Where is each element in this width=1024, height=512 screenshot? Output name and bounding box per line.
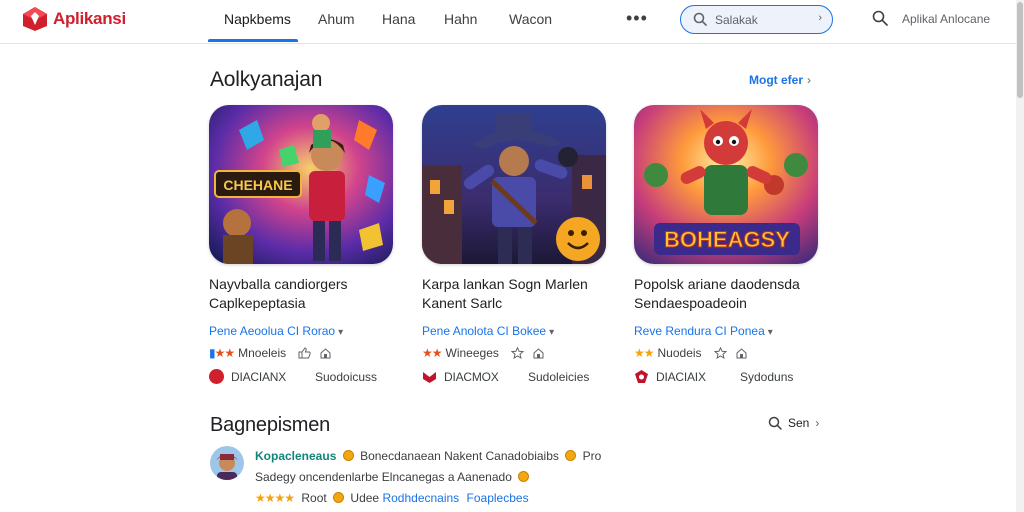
app-title[interactable]: Popolsk ariane daodensda Sendaespoadeoin — [634, 275, 834, 313]
section-title: Aolkyanajan — [210, 68, 323, 91]
tab-hahn[interactable]: Hahn — [444, 11, 477, 27]
star-outline-icon[interactable] — [713, 347, 727, 359]
tab-ahum[interactable]: Ahum — [318, 11, 355, 27]
avatar-image — [210, 446, 244, 480]
app-rating: ★★ Wineeges — [422, 346, 545, 360]
app-card[interactable]: BOHEAGSY Popolsk ariane daodensda Sendae… — [634, 105, 834, 384]
review-link[interactable]: Foaplecbes — [467, 491, 529, 505]
review-text: Sadegy oncendenlarbe Elncanegas a Aanena… — [255, 470, 512, 484]
rating-text: Nuodeis — [657, 346, 702, 360]
search-icon — [768, 416, 782, 430]
scrollbar-thumb[interactable] — [1017, 2, 1023, 98]
scrollbar[interactable] — [1016, 0, 1024, 512]
section-search-link[interactable]: Sen › — [768, 416, 819, 430]
app-meta[interactable]: Reve Rendura CI Ponea ▾ — [634, 324, 773, 338]
app-thumbnail[interactable]: CHEHANE — [209, 105, 393, 264]
emoji-icon — [518, 471, 530, 482]
more-menu-button[interactable]: ••• — [626, 8, 648, 29]
app-rating: ★★ Nuodeis — [634, 346, 748, 360]
search-input[interactable] — [715, 11, 805, 28]
tab-napkbems[interactable]: Napkbems — [224, 11, 291, 27]
review-link[interactable]: Rodhdecnains — [382, 491, 459, 505]
rating-stars: ▮★★ — [209, 346, 235, 360]
publisher-badge-icon — [209, 369, 224, 384]
avatar[interactable] — [210, 446, 244, 480]
app-meta-text: Pene Aeoolua CI Rorao — [209, 324, 336, 338]
app-title-line: Popolsk ariane daodensda — [634, 276, 800, 292]
app-subtitle-line: Sendaespoadeoin — [634, 295, 747, 311]
rating-word: Root — [301, 491, 327, 505]
app-logo[interactable]: Aplikansi — [22, 6, 126, 32]
chevron-down-icon: ▾ — [338, 327, 344, 338]
app-category: Suodoicuss — [315, 370, 378, 384]
search-icon[interactable] — [872, 10, 888, 26]
publisher-code: DIACIANX — [231, 370, 287, 384]
see-more-link[interactable]: Mogt efer › — [749, 73, 811, 87]
publisher-badge-icon — [423, 372, 436, 383]
chevron-down-icon: ▾ — [549, 327, 555, 338]
coin-icon — [342, 450, 354, 461]
see-more-label: Mogt efer — [749, 73, 803, 87]
app-meta[interactable]: Pene Anolota CI Bokee ▾ — [422, 324, 554, 338]
rating-stars: ★★★★ — [255, 491, 295, 505]
app-subtitle-line: Kanent Sarlc — [422, 295, 503, 311]
app-name: Aplikansi — [53, 9, 126, 28]
active-tab-indicator — [208, 39, 298, 42]
app-thumbnail[interactable]: BOHEAGSY — [634, 105, 818, 264]
review-footer: ★★★★ Root Udee Rodhdecnains Foaplecbes — [255, 491, 529, 505]
game-logo-text: BOHEAGSY — [664, 227, 790, 252]
reviewer-name[interactable]: Kopacleneaus — [255, 449, 336, 463]
review-meta: Bonecdanaean Nakent Canadobiaibs — [360, 449, 559, 463]
app-title-line: Nayvballa candiorgers — [209, 276, 348, 292]
rating-stars: ★★ — [422, 346, 442, 360]
star-outline-icon[interactable] — [510, 347, 524, 359]
app-thumbnail[interactable] — [422, 105, 606, 264]
chevron-down-icon: ▾ — [767, 327, 773, 338]
section-title: Bagnepismen — [210, 414, 331, 436]
section-search-label: Sen — [788, 416, 810, 430]
app-card[interactable]: CHEHANE Nayvballa candiorgers Caplkepept… — [209, 105, 409, 384]
top-bar: Aplikansi Napkbems Ahum Hana Hahn Wacon … — [0, 0, 1024, 44]
app-subtitle-line: Caplkepeptasia — [209, 295, 306, 311]
app-meta[interactable]: Pene Aeoolua CI Rorao ▾ — [209, 324, 343, 338]
app-title-line: Karpa lankan Sogn Marlen — [422, 276, 588, 292]
game-art-image: BOHEAGSY — [634, 105, 818, 264]
publisher-badge-icon — [635, 370, 648, 383]
app-title[interactable]: Karpa lankan Sogn Marlen Kanent Sarlc — [422, 275, 622, 313]
rating-text: Mnoeleis — [238, 346, 287, 360]
app-meta-text: Pene Anolota CI Bokee — [422, 324, 547, 338]
review-header: Kopacleneaus Bonecdanaean Nakent Canadob… — [255, 449, 601, 463]
share-icon[interactable] — [319, 347, 332, 359]
publisher-code: DIACMOX — [444, 370, 499, 384]
thumbs-up-icon[interactable] — [298, 347, 311, 359]
publisher-code: DIACIAIX — [656, 370, 706, 384]
game-logo-text: CHEHANE — [223, 177, 292, 193]
search-bar[interactable]: › — [680, 5, 833, 34]
app-category: Sudoleicies — [528, 370, 590, 384]
app-category: Sydoduns — [740, 370, 794, 384]
chevron-right-icon: › — [815, 416, 820, 430]
share-icon[interactable] — [532, 347, 545, 359]
review-body: Sadegy oncendenlarbe Elncanegas a Aanena… — [255, 470, 532, 484]
rating-text: Wineeges — [445, 346, 499, 360]
rating-stars: ★★ — [634, 346, 654, 360]
account-link[interactable]: Aplikal Anlocane — [902, 12, 990, 26]
app-card[interactable]: Karpa lankan Sogn Marlen Kanent Sarlc Pe… — [422, 105, 622, 384]
app-meta-text: Reve Rendura CI Ponea — [634, 324, 765, 338]
game-art-image: CHEHANE — [209, 105, 393, 264]
coin-icon — [565, 450, 577, 461]
app-title[interactable]: Nayvballa candiorgers Caplkepeptasia — [209, 275, 409, 313]
logo-icon — [23, 7, 47, 31]
tab-hana[interactable]: Hana — [382, 11, 415, 27]
chevron-right-icon[interactable]: › — [818, 12, 822, 24]
review-mid: Udee — [350, 491, 380, 505]
search-icon — [693, 12, 707, 26]
app-rating: ▮★★ Mnoeleis — [209, 346, 332, 360]
tab-wacon[interactable]: Wacon — [509, 11, 552, 27]
review-meta-end: Pro — [582, 449, 602, 463]
game-art-image — [422, 105, 606, 264]
chevron-right-icon: › — [807, 73, 811, 87]
coin-icon — [333, 492, 345, 503]
share-icon[interactable] — [735, 347, 748, 359]
